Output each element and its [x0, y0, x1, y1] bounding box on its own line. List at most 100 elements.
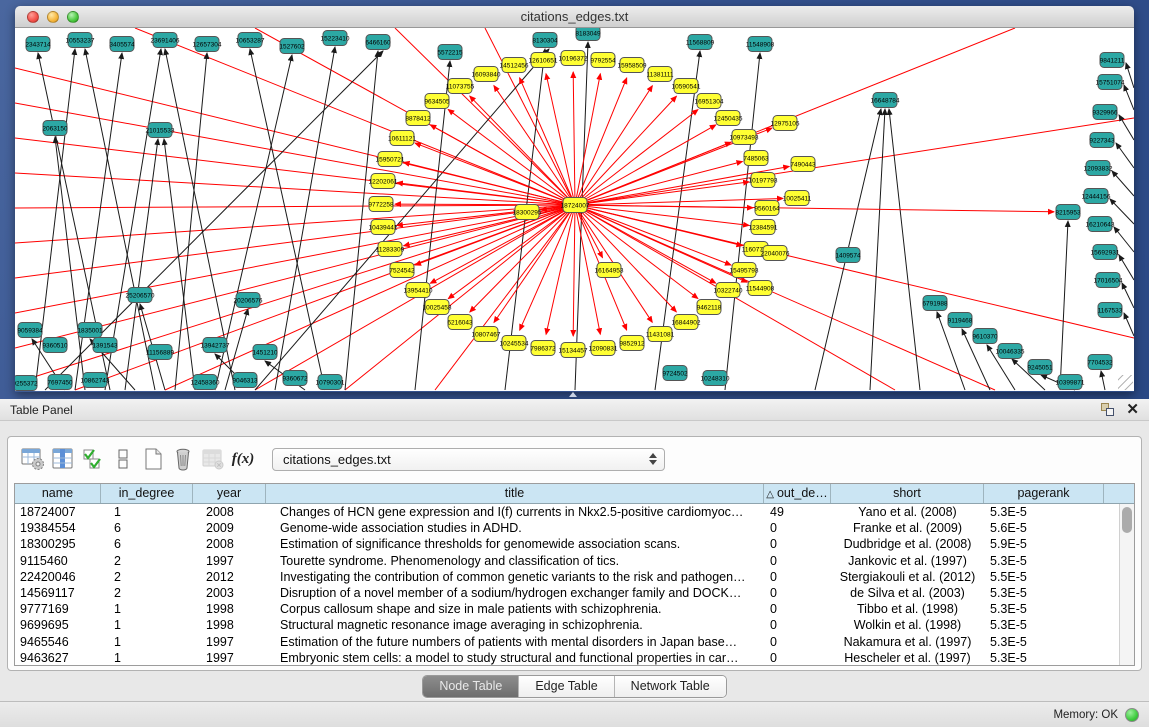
graph-node-label: 9610370: [972, 333, 998, 340]
tab-network-table[interactable]: Network Table: [615, 676, 726, 697]
graph-node-label: 6216043: [447, 319, 473, 326]
scrollbar-thumb[interactable]: [1122, 507, 1132, 533]
dropdown-stepper-icon: [649, 453, 657, 465]
table-cell: 0: [764, 650, 831, 665]
window-resize-grip[interactable]: [1118, 375, 1133, 390]
graph-node-label: 10248310: [701, 375, 730, 382]
graph-node-label: 12093832: [1084, 165, 1113, 172]
new-column-icon[interactable]: [138, 444, 168, 474]
table-row[interactable]: 1830029562008Estimation of significance …: [15, 536, 1119, 552]
table-cell: 0: [764, 634, 831, 650]
column-header-short[interactable]: short: [831, 484, 984, 503]
table-cell: 5.3E-5: [984, 634, 1104, 650]
unselect-all-columns-icon[interactable]: [108, 444, 138, 474]
citation-edge-red: [448, 109, 575, 205]
table-selector-dropdown[interactable]: citations_edges.txt: [272, 448, 665, 471]
select-all-columns-icon[interactable]: [78, 444, 108, 474]
float-panel-icon[interactable]: [1101, 403, 1114, 416]
citation-edge-red: [575, 78, 627, 205]
memory-status-indicator[interactable]: [1125, 708, 1139, 722]
table-cell: Structural magnetic resonance image aver…: [266, 617, 764, 633]
graph-node-label: 10611121: [388, 135, 416, 142]
tab-edge-table[interactable]: Edge Table: [519, 676, 614, 697]
graph-node-label: 7986372: [530, 345, 556, 352]
table-cell: 1: [101, 601, 193, 617]
table-cell: Wolkin et al. (1998): [831, 617, 984, 633]
graph-node-label: 10590541: [672, 83, 701, 90]
table-mode-icon[interactable]: [18, 444, 48, 474]
graph-node-label: 9360672: [282, 375, 308, 382]
column-header-out_de[interactable]: △out_de…: [764, 484, 831, 503]
citation-network-graph[interactable]: 1872400795601641019779374850631097349312…: [15, 28, 1134, 391]
graph-node-label: 7704532: [1087, 359, 1113, 366]
column-header-title[interactable]: title: [266, 484, 764, 503]
graph-node-label: 12657304: [193, 41, 222, 48]
graph-node-label: 18724007: [561, 202, 590, 209]
graph-node-label: 22040076: [761, 250, 790, 257]
graph-node-label: 15950721: [376, 156, 405, 163]
table-row[interactable]: 1938455462009Genome-wide association stu…: [15, 520, 1119, 536]
graph-node-label: 9329966: [1092, 109, 1118, 116]
table-row[interactable]: 946554611997Estimation of the future num…: [15, 634, 1119, 650]
delete-column-icon[interactable]: [168, 444, 198, 474]
graph-node-label: 10553237: [66, 37, 95, 44]
citation-edge-red: [470, 205, 575, 312]
network-canvas[interactable]: 1872400795601641019779374850631097349312…: [15, 28, 1134, 391]
graph-node-label: 15223410: [321, 35, 350, 42]
graph-node-label: 15134457: [559, 347, 588, 354]
citation-edge-red: [15, 205, 575, 243]
column-header-year[interactable]: year: [193, 484, 266, 503]
graph-node-label: 11431081: [646, 331, 675, 338]
table-cell: 2: [101, 553, 193, 569]
graph-node-label: 16951304: [695, 98, 724, 105]
show-columns-icon[interactable]: [48, 444, 78, 474]
function-builder-label: f(x): [232, 451, 255, 468]
table-cell: Nakamura et al. (1997): [831, 634, 984, 650]
citation-edge-black: [275, 47, 335, 390]
table-vertical-scrollbar[interactable]: [1119, 504, 1134, 665]
citation-edge-red: [15, 173, 575, 205]
table-header-row: namein_degreeyeartitle△out_de…shortpager…: [15, 484, 1134, 504]
table-row[interactable]: 977716911998Corpus callosum shape and si…: [15, 601, 1119, 617]
table-cell: 9699695: [15, 617, 101, 633]
tab-node-table[interactable]: Node Table: [423, 676, 519, 697]
table-row[interactable]: 969969511998Structural magnetic resonanc…: [15, 617, 1119, 633]
citation-edge-black: [1101, 371, 1105, 390]
table-row[interactable]: 2242004622012Investigating the contribut…: [15, 569, 1119, 585]
table-row[interactable]: 1456911722003Disruption of a novel membe…: [15, 585, 1119, 601]
graph-node-label: 11073755: [446, 83, 475, 90]
citation-edge-red: [575, 125, 716, 205]
table-cell: Jankovic et al. (1997): [831, 553, 984, 569]
column-header-name[interactable]: name: [15, 484, 101, 503]
table-selector-value: citations_edges.txt: [283, 452, 391, 467]
graph-node-label: 6466160: [365, 39, 391, 46]
graph-node-label: 10197793: [749, 177, 778, 184]
table-cell: 9463627: [15, 650, 101, 665]
column-header-pagerank[interactable]: pagerank: [984, 484, 1104, 503]
pane-splitter-handle[interactable]: [569, 392, 577, 397]
graph-node-label: 9772258: [368, 201, 394, 208]
graph-node-label: 16210643: [1086, 221, 1115, 228]
citation-edge-black: [870, 109, 885, 390]
table-row[interactable]: 1872400712008Changes of HCN gene express…: [15, 504, 1119, 520]
network-window-titlebar[interactable]: citations_edges.txt: [15, 6, 1134, 28]
graph-node-label: 9560164: [754, 205, 780, 212]
table-cell: 2008: [193, 536, 266, 552]
close-panel-icon[interactable]: ✕: [1126, 403, 1139, 416]
graph-node-label: 9841211: [1100, 57, 1125, 64]
graph-node-label: 13954410: [404, 287, 433, 294]
graph-node-label: 16093840: [472, 71, 501, 78]
table-cell: 5.3E-5: [984, 617, 1104, 633]
table-cell: 1: [101, 634, 193, 650]
column-header-in_degree[interactable]: in_degree: [101, 484, 193, 503]
table-cell: 1: [101, 617, 193, 633]
table-row[interactable]: 911546021997Tourette syndrome. Phenomeno…: [15, 553, 1119, 569]
function-builder-icon[interactable]: f(x): [228, 444, 258, 474]
graph-node-label: 12444156: [1082, 193, 1111, 200]
graph-node-label: 11156889: [146, 349, 174, 356]
citation-edge-black: [1110, 199, 1134, 224]
graph-node-label: 10653287: [236, 37, 265, 44]
graph-node-label: 8878412: [405, 115, 431, 122]
table-row[interactable]: 946362711997Embryonic stem cells: a mode…: [15, 650, 1119, 665]
table-panel-titlebar[interactable]: Table Panel ✕: [0, 399, 1149, 421]
